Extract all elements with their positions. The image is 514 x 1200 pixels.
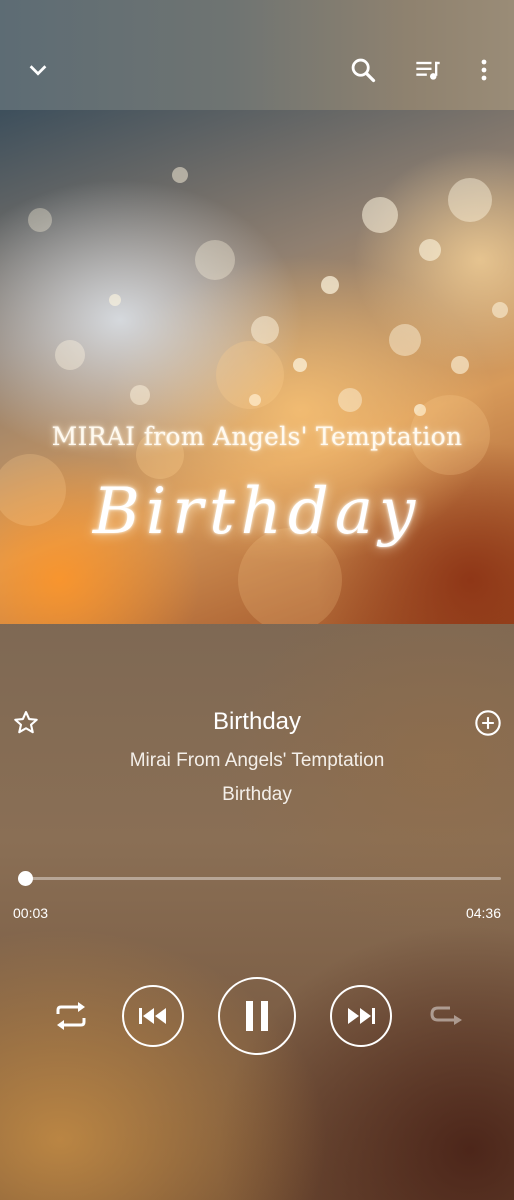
- total-time: 04:36: [465, 905, 501, 921]
- repeat-button[interactable]: [424, 999, 468, 1037]
- seek-bar[interactable]: [18, 871, 501, 887]
- play-pause-button[interactable]: [218, 977, 296, 1055]
- chevron-down-icon: [29, 65, 47, 76]
- favorite-button[interactable]: [8, 705, 44, 741]
- search-button[interactable]: [343, 50, 383, 90]
- next-button[interactable]: [330, 985, 392, 1047]
- top-bar: [0, 0, 514, 110]
- album-art: MIRAI from Angels' Temptation Birthday: [0, 110, 514, 624]
- add-circle-icon: [475, 710, 501, 736]
- seek-bar-track: [20, 877, 501, 880]
- more-vertical-icon: [481, 59, 487, 81]
- more-options-button[interactable]: [464, 50, 504, 90]
- collapse-button[interactable]: [18, 50, 58, 90]
- skip-next-icon: [348, 1008, 375, 1024]
- search-icon: [351, 58, 376, 83]
- repeat-icon: [56, 1002, 86, 1030]
- track-title: Birthday: [212, 708, 302, 735]
- album-art-artist-text: MIRAI from Angels' Temptation: [51, 422, 463, 451]
- queue-button[interactable]: [408, 50, 448, 90]
- track-artist: Mirai From Angels' Temptation: [129, 750, 385, 771]
- album-art-title-text: Birthday: [92, 475, 422, 549]
- repeat-disabled-icon: [430, 1006, 462, 1025]
- star-outline-icon: [14, 710, 38, 734]
- shuffle-button[interactable]: [48, 996, 94, 1036]
- skip-previous-icon: [139, 1008, 166, 1024]
- pause-icon: [246, 1001, 268, 1031]
- previous-button[interactable]: [122, 985, 184, 1047]
- add-to-playlist-button[interactable]: [470, 705, 506, 741]
- elapsed-time: 00:03: [13, 905, 49, 921]
- track-album: Birthday: [222, 784, 292, 805]
- playlist-icon: [416, 61, 440, 80]
- seek-bar-thumb[interactable]: [18, 871, 34, 886]
